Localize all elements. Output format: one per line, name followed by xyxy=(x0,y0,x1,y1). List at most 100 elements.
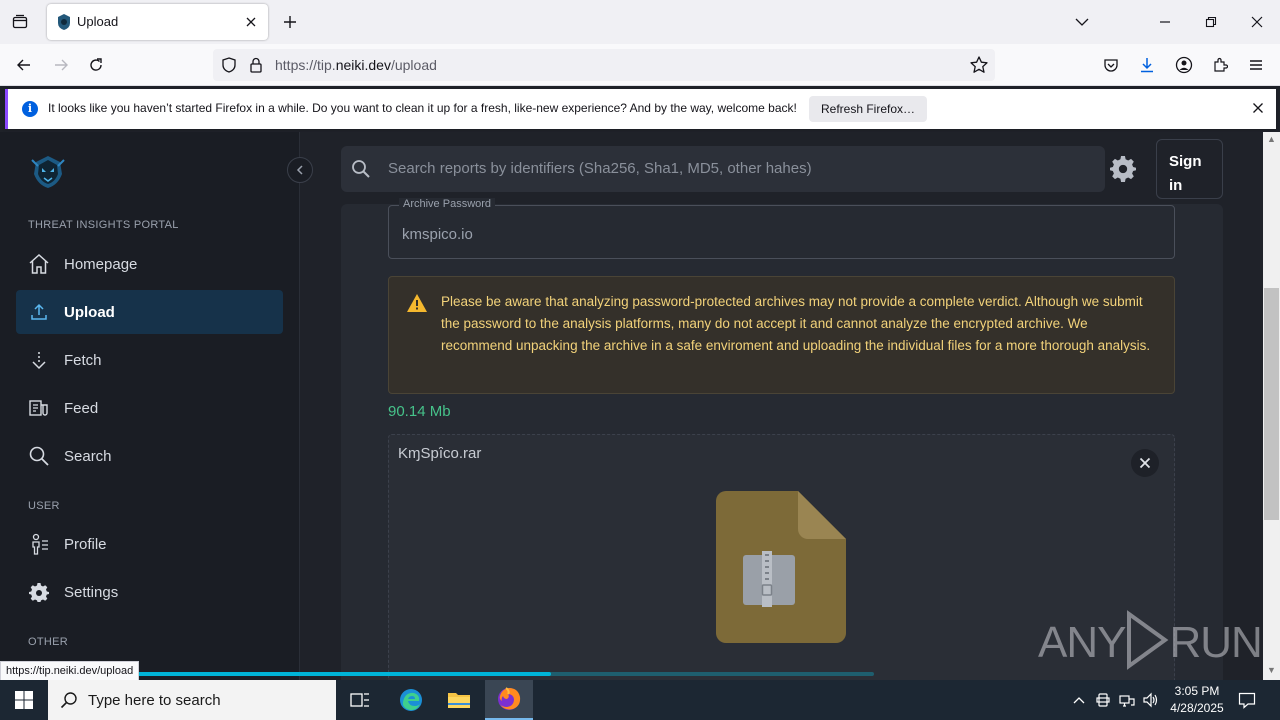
downloads-icon[interactable] xyxy=(1136,54,1158,76)
sidebar-item-label: Search xyxy=(64,448,112,465)
browser-tabbar: Upload xyxy=(0,0,1280,44)
address-bar[interactable]: https://tip.neiki.dev/upload xyxy=(213,49,995,81)
scroll-down-icon[interactable]: ▼ xyxy=(1267,665,1276,675)
report-search-input[interactable]: Search reports by identifiers (Sha256, S… xyxy=(341,146,1105,192)
status-link-tooltip: https://tip.neiki.dev/upload xyxy=(0,661,140,681)
sidebar-item-homepage[interactable]: Homepage xyxy=(16,242,283,286)
archive-password-field[interactable]: Archive Password kmspico.io xyxy=(388,198,1175,259)
taskbar-search-box[interactable]: Type here to search xyxy=(48,680,336,720)
sidebar-item-label: Settings xyxy=(64,584,119,601)
lock-icon[interactable] xyxy=(249,57,263,78)
sign-in-button[interactable]: Sign in xyxy=(1156,139,1223,199)
anyrun-watermark: ANY RUN xyxy=(1038,610,1263,680)
pocket-icon[interactable] xyxy=(1100,54,1122,76)
section-label-portal: THREAT INSIGHTS PORTAL xyxy=(28,219,179,231)
task-view-icon[interactable] xyxy=(336,680,384,720)
bookmark-star-icon[interactable] xyxy=(969,55,989,80)
notification-message: It looks like you haven’t started Firefo… xyxy=(48,101,797,115)
list-all-tabs-icon[interactable] xyxy=(1072,12,1092,32)
page-scrollbar[interactable]: ▲ ▼ xyxy=(1263,132,1280,680)
menu-icon[interactable] xyxy=(1245,54,1267,76)
tray-chevron-up-icon[interactable] xyxy=(1070,691,1088,709)
close-window-icon[interactable] xyxy=(1247,12,1267,32)
scrollbar-thumb[interactable] xyxy=(1264,288,1279,520)
warning-icon xyxy=(406,293,428,318)
taskbar-clock[interactable]: 3:05 PM 4/28/2025 xyxy=(1162,683,1232,717)
site-favicon-icon xyxy=(57,14,71,30)
close-icon xyxy=(1139,457,1151,469)
sidebar-item-upload[interactable]: Upload xyxy=(16,290,283,334)
file-size: 90.14 Mb xyxy=(388,403,451,420)
file-name: KɱSpȋco.rar xyxy=(398,445,482,462)
search-placeholder: Search reports by identifiers (Sha256, S… xyxy=(388,160,812,177)
clock-time: 3:05 PM xyxy=(1174,684,1220,698)
sidebar-item-label: Homepage xyxy=(64,256,138,273)
archive-password-legend: Archive Password xyxy=(399,198,496,210)
extensions-icon[interactable] xyxy=(1209,54,1231,76)
profile-icon xyxy=(28,533,50,555)
site-logo[interactable] xyxy=(30,154,66,190)
section-label-other: OTHER xyxy=(28,636,68,648)
info-icon: i xyxy=(22,101,38,117)
sidebar-item-fetch[interactable]: Fetch xyxy=(16,338,283,382)
taskbar-search-placeholder: Type here to search xyxy=(88,692,221,709)
remove-file-button[interactable] xyxy=(1131,449,1159,477)
tab-close-icon[interactable] xyxy=(242,13,260,31)
forward-icon[interactable] xyxy=(50,54,72,76)
gear-icon xyxy=(28,581,50,603)
minimize-icon[interactable] xyxy=(1155,12,1175,32)
refresh-firefox-button[interactable]: Refresh Firefox… xyxy=(809,96,928,122)
windows-taskbar: Type here to search 3:05 PM 4/28/2025 xyxy=(0,680,1280,720)
archive-password-value: kmspico.io xyxy=(402,226,473,243)
password-warning-alert: Please be aware that analyzing password-… xyxy=(388,276,1175,394)
fetch-icon xyxy=(28,349,50,371)
sidebar-item-label: Profile xyxy=(64,536,107,553)
back-icon[interactable] xyxy=(13,54,35,76)
sidebar-item-settings[interactable]: Settings xyxy=(16,570,283,614)
restore-icon[interactable] xyxy=(1201,12,1221,32)
tab-list-icon[interactable] xyxy=(8,10,32,34)
sidebar-item-label: Upload xyxy=(64,304,115,321)
warning-text: Please be aware that analyzing password-… xyxy=(441,294,1151,353)
sidebar-item-search[interactable]: Search xyxy=(16,434,283,478)
windows-logo-icon xyxy=(15,691,33,709)
search-icon xyxy=(351,159,371,184)
upload-card: Archive Password kmspico.io Please be aw… xyxy=(341,198,1223,680)
section-label-user: USER xyxy=(28,500,60,512)
sidebar-item-profile[interactable]: Profile xyxy=(16,522,283,566)
sidebar-item-feed[interactable]: Feed xyxy=(16,386,283,430)
upload-progress-fill xyxy=(87,672,552,676)
archive-file-icon xyxy=(716,489,848,650)
upload-icon xyxy=(28,301,50,323)
notifications-icon[interactable] xyxy=(1238,691,1256,709)
sidebar-item-label: Feed xyxy=(64,400,99,417)
reload-icon[interactable] xyxy=(85,54,107,76)
account-icon[interactable] xyxy=(1173,54,1195,76)
network-icon[interactable] xyxy=(1118,691,1136,709)
volume-icon[interactable] xyxy=(1142,691,1160,709)
sidebar-item-label: Fetch xyxy=(64,352,102,369)
edge-icon[interactable] xyxy=(387,680,435,720)
feed-icon xyxy=(28,397,50,419)
clock-date: 4/28/2025 xyxy=(1170,701,1224,715)
sidebar: THREAT INSIGHTS PORTAL Homepage Upload F… xyxy=(0,132,300,680)
new-tab-icon[interactable] xyxy=(280,12,300,32)
settings-gear-icon[interactable] xyxy=(1110,156,1138,184)
file-explorer-icon[interactable] xyxy=(435,680,483,720)
page-content: THREAT INSIGHTS PORTAL Homepage Upload F… xyxy=(0,132,1280,680)
url-text: https://tip.neiki.dev/upload xyxy=(275,57,437,73)
search-icon xyxy=(28,445,50,467)
tray-device-icon[interactable] xyxy=(1094,691,1112,709)
upload-progress-bar xyxy=(87,672,874,676)
scroll-up-icon[interactable]: ▲ xyxy=(1267,134,1276,144)
firefox-icon[interactable] xyxy=(485,680,533,720)
start-button[interactable] xyxy=(0,680,48,720)
sidebar-collapse-button[interactable] xyxy=(287,157,313,183)
notification-close-icon[interactable] xyxy=(1252,101,1264,119)
tab-title: Upload xyxy=(77,14,119,29)
chevron-left-icon xyxy=(296,165,303,175)
refresh-firefox-notification: i It looks like you haven’t started Fire… xyxy=(5,89,1276,129)
play-triangle-icon xyxy=(1125,610,1169,680)
browser-tab[interactable]: Upload xyxy=(47,4,268,40)
tracking-shield-icon[interactable] xyxy=(221,57,237,78)
